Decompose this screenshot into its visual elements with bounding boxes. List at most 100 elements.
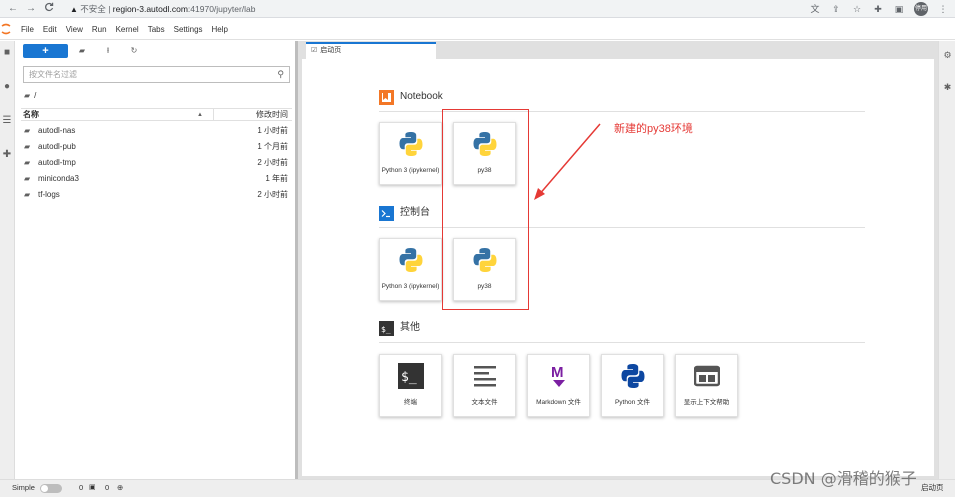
file-name: tf-logs <box>38 190 60 199</box>
python-logo-icon <box>399 132 423 156</box>
refresh-icon[interactable]: ↻ <box>128 45 140 57</box>
other-section-icon: $_ <box>379 321 394 336</box>
reload-icon[interactable] <box>42 2 56 16</box>
launcher-card-terminal[interactable]: $_ 终端 <box>379 354 442 417</box>
file-name: autodl-pub <box>38 142 76 151</box>
section-title-other: 其他 <box>400 322 420 333</box>
jupyter-logo-icon <box>1 22 11 36</box>
card-label: Python 3 (ipykernel) <box>381 167 440 174</box>
file-row[interactable]: ▰ tf-logs 2 小时前 <box>21 187 292 203</box>
profile-avatar[interactable]: 停用 <box>914 2 928 16</box>
folder-icon[interactable]: ■ <box>1 47 13 59</box>
menu-file[interactable]: File <box>21 19 39 40</box>
column-modified[interactable]: 修改时间 <box>256 109 288 121</box>
launcher-card-context-help[interactable]: 显示上下文帮助 <box>675 354 738 417</box>
url-path: :41970/jupyter/lab <box>187 4 256 14</box>
folder-icon: ▰ <box>24 142 31 151</box>
file-row[interactable]: ▰ autodl-pub 1 个月前 <box>21 139 292 155</box>
left-activity-bar: ■ ● ☰ ✚ <box>0 41 15 479</box>
svg-text:$_: $_ <box>381 325 391 334</box>
file-name: autodl-tmp <box>38 158 76 167</box>
file-name: autodl-nas <box>38 126 76 135</box>
annotation-arrow-icon <box>534 123 601 200</box>
debugger-icon[interactable]: ✱ <box>942 82 953 93</box>
file-name: miniconda3 <box>38 174 79 183</box>
file-modified: 2 小时前 <box>257 190 288 199</box>
upload-icon[interactable]: ⭱ <box>102 45 114 57</box>
card-label: Python 文件 <box>614 399 651 406</box>
back-icon[interactable]: ← <box>6 2 20 16</box>
launcher-card-markdown-file[interactable]: M Markdown 文件 <box>527 354 590 417</box>
column-name[interactable]: 名称 <box>23 109 39 121</box>
tab-label: 启动页 <box>320 47 342 54</box>
annotation-text: 新建的py38环境 <box>614 123 693 135</box>
toc-icon[interactable]: ☰ <box>1 115 13 127</box>
kernel-count[interactable]: 0 <box>79 480 83 496</box>
extensions-icon[interactable]: ✚ <box>872 3 884 15</box>
address-bar[interactable]: ▲ 不安全 | region-3.autodl.com:41970/jupyte… <box>62 2 862 16</box>
right-activity-bar: ⚙ ✱ <box>938 41 955 479</box>
breadcrumb[interactable]: ▰ / <box>24 90 36 102</box>
menu-help[interactable]: Help <box>212 19 233 40</box>
running-icon[interactable]: ● <box>1 81 13 93</box>
extension-icon[interactable]: ✚ <box>1 149 13 161</box>
menu-edit[interactable]: Edit <box>43 19 62 40</box>
tab-launcher[interactable]: ☑ 启动页 <box>306 42 436 59</box>
menu-tabs[interactable]: Tabs <box>148 19 170 40</box>
breadcrumb-path: / <box>34 91 37 100</box>
sort-up-icon: ▲ <box>197 112 203 118</box>
terminal-icon: $_ <box>398 363 424 389</box>
launcher-card-text-file[interactable]: 文本文件 <box>453 354 516 417</box>
markdown-icon: M <box>551 364 565 387</box>
python-logo-icon <box>399 248 423 272</box>
card-label: 文本文件 <box>471 399 498 406</box>
main-dock-area: ☑启动页 Notebook Python 3 (ipykernel) py38 <box>298 41 938 479</box>
simple-mode-label: Simple <box>12 483 35 492</box>
file-modified: 1 个月前 <box>257 142 288 151</box>
file-modified: 1 年前 <box>265 174 288 183</box>
home-folder-icon: ▰ <box>24 91 31 100</box>
url-host: region-3.autodl.com <box>112 4 188 14</box>
menu-kernel[interactable]: Kernel <box>116 19 144 40</box>
status-right-label: 启动页 <box>921 483 944 492</box>
share-icon[interactable]: ⇪ <box>830 3 842 15</box>
launcher-card-python-file[interactable]: Python 文件 <box>601 354 664 417</box>
card-label: 显示上下文帮助 <box>683 399 730 406</box>
text-file-icon <box>474 366 496 387</box>
launcher-card-notebook-python3[interactable]: Python 3 (ipykernel) <box>379 122 442 185</box>
svg-text:$_: $_ <box>401 370 417 385</box>
file-row[interactable]: ▰ autodl-tmp 2 小时前 <box>21 155 292 171</box>
forward-icon[interactable]: → <box>24 2 38 16</box>
more-menu-icon[interactable]: ⋮ <box>937 3 949 15</box>
file-row[interactable]: ▰ autodl-nas 1 小时前 <box>21 123 292 139</box>
file-modified: 1 小时前 <box>257 126 288 135</box>
watermark: CSDN @滑稽的猴子 <box>770 469 917 488</box>
menu-view[interactable]: View <box>66 19 88 40</box>
file-filter-input[interactable]: 按文件名过滤 ⚲ <box>23 66 290 83</box>
column-divider[interactable] <box>213 109 214 121</box>
folder-icon: ▰ <box>24 174 31 183</box>
kernel-status-icon[interactable]: ⊕ <box>117 480 123 496</box>
file-browser: + ▰ ⭱ ↻ 按文件名过滤 ⚲ ▰ / 名称 ▲ 修改时间 ▰ autodl-n… <box>15 41 298 479</box>
sidebar-toggle-icon[interactable]: ▣ <box>893 3 905 15</box>
menu-run[interactable]: Run <box>92 19 112 40</box>
launcher-card-console-python3[interactable]: Python 3 (ipykernel) <box>379 238 442 301</box>
simple-mode-toggle[interactable] <box>40 484 62 493</box>
property-inspector-icon[interactable]: ⚙ <box>942 50 953 61</box>
context-help-icon <box>694 365 720 387</box>
new-folder-icon[interactable]: ▰ <box>76 45 88 57</box>
url-separator: | <box>108 4 111 14</box>
folder-icon: ▰ <box>24 126 31 135</box>
browser-toolbar: ← → ▲ 不安全 | region-3.autodl.com:41970/ju… <box>0 0 955 18</box>
translate-icon[interactable]: 文 <box>809 3 821 15</box>
terminal-status-icon: ▣ <box>89 484 96 491</box>
terminal-count[interactable]: 0 <box>105 480 109 496</box>
jupyter-menubar: File Edit View Run Kernel Tabs Settings … <box>0 19 955 40</box>
card-label: Python 3 (ipykernel) <box>381 283 440 290</box>
card-label: 终端 <box>404 399 417 406</box>
menu-settings[interactable]: Settings <box>174 19 208 40</box>
file-row[interactable]: ▰ miniconda3 1 年前 <box>21 171 292 187</box>
star-icon[interactable]: ☆ <box>851 3 863 15</box>
new-launcher-button[interactable]: + <box>23 44 68 58</box>
search-icon: ⚲ <box>277 69 284 79</box>
